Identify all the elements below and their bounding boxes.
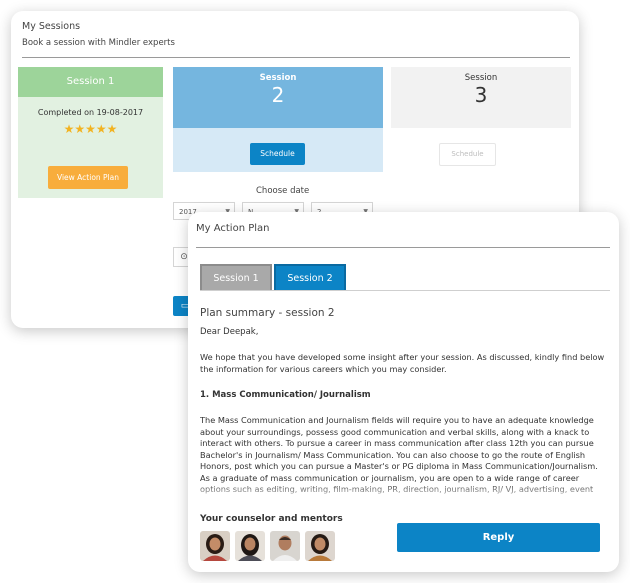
view-action-plan-button[interactable]: View Action Plan <box>48 166 128 189</box>
mentor-avatar-2[interactable] <box>235 531 265 561</box>
divider <box>196 247 610 248</box>
session-2-body: Schedule <box>173 128 383 172</box>
session-2-label: Session <box>259 73 297 83</box>
intro-paragraph: We hope that you have developed some ins… <box>200 352 605 374</box>
session-2-column: Session 2 Schedule <box>173 67 383 172</box>
schedule-session-3-button[interactable]: Schedule <box>439 143 496 166</box>
mentor-avatar-1[interactable] <box>200 531 230 561</box>
sessions-title: My Sessions <box>22 21 81 32</box>
tab-session-1[interactable]: Session 1 <box>200 264 272 290</box>
mentor-avatar-3[interactable] <box>270 531 300 561</box>
mentors-title: Your counselor and mentors <box>200 514 343 524</box>
action-plan-card: My Action Plan Session 1 Session 2 Plan … <box>188 212 619 572</box>
greeting: Dear Deepak, <box>200 327 259 337</box>
choose-date-label: Choose date <box>256 186 310 196</box>
session-3-column: Session 3 Schedule <box>391 67 571 172</box>
session-1-column: Session 1 Completed on 19-08-2017 ★★★★★ … <box>18 67 163 198</box>
session-1-header: Session 1 <box>18 67 163 97</box>
session-2-number: 2 <box>271 83 285 107</box>
tab-underline <box>200 290 610 291</box>
session-3-label: Session <box>464 73 498 83</box>
session-2-header: Session 2 <box>173 67 383 128</box>
session-3-number: 3 <box>474 83 488 107</box>
reply-button[interactable]: Reply <box>397 523 600 552</box>
text-fade-overlay <box>188 482 619 504</box>
session-3-header: Session 3 <box>391 67 571 128</box>
tab-session-2[interactable]: Session 2 <box>274 264 346 290</box>
section-title: 1. Mass Communication/ Journalism <box>200 390 371 400</box>
sessions-subtitle: Book a session with Mindler experts <box>22 38 175 48</box>
mentor-avatar-4[interactable] <box>305 531 335 561</box>
schedule-session-2-button[interactable]: Schedule <box>250 143 305 165</box>
plan-summary-heading: Plan summary - session 2 <box>200 307 335 319</box>
divider <box>22 57 570 58</box>
session-1-completed-date: Completed on 19-08-2017 <box>37 108 144 117</box>
star-rating-icon: ★★★★★ <box>63 122 118 136</box>
action-plan-title: My Action Plan <box>196 223 270 234</box>
